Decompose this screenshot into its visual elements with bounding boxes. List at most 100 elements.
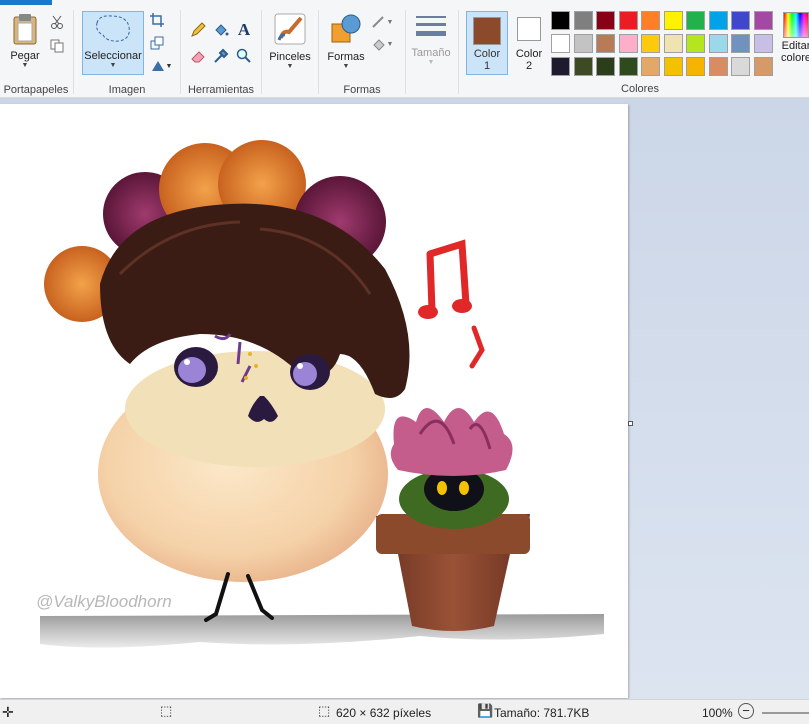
zoom-level: 100%: [702, 706, 733, 720]
line-width-icon: [416, 16, 446, 36]
palette-swatch[interactable]: [596, 57, 615, 76]
rotate-icon[interactable]: ▼: [148, 57, 174, 75]
magnifier-icon[interactable]: [235, 47, 253, 65]
palette-swatch[interactable]: [708, 11, 728, 30]
image-group-label: Imagen: [108, 84, 146, 96]
palette-swatch[interactable]: [573, 57, 593, 76]
color1-button[interactable]: Color 1: [466, 11, 508, 75]
edit-colors-label: Editar: [781, 40, 809, 52]
zoom-slider[interactable]: [762, 712, 809, 714]
shapes-button[interactable]: Formas ▼: [323, 12, 369, 71]
shapes-icon: [331, 14, 361, 43]
palette-swatch[interactable]: [551, 34, 570, 53]
select-button[interactable]: Seleccionar ▼: [82, 13, 144, 70]
color1-number: 1: [483, 60, 491, 72]
outline-icon[interactable]: ▼: [369, 13, 395, 31]
paste-dropdown-icon[interactable]: ▼: [6, 62, 44, 70]
palette-swatch[interactable]: [618, 57, 638, 76]
paste-label: Pegar: [10, 50, 40, 62]
file-size-icon: 💾: [477, 703, 494, 718]
palette-swatch[interactable]: [663, 11, 683, 30]
palette-swatch[interactable]: [618, 11, 638, 30]
color-palette: [551, 11, 773, 77]
shapes-label: Formas: [327, 51, 365, 63]
clipboard-icon: [13, 14, 37, 45]
palette-swatch[interactable]: [551, 57, 570, 76]
crop-icon[interactable]: [148, 11, 166, 29]
edit-colors-label-2: colore: [781, 52, 809, 64]
palette-swatch[interactable]: [641, 34, 660, 53]
ribbon: Pegar ▼ Portapapeles Seleccionar ▼ ▼ Ima…: [0, 0, 809, 98]
resize-icon[interactable]: [148, 34, 166, 52]
cursor-position-icon: ✛: [2, 704, 14, 720]
separator: [261, 10, 262, 94]
palette-swatch[interactable]: [708, 57, 728, 76]
status-bar: ✛ ⬚ ⬚ 620 × 632 píxeles 💾 Tamaño: 781.7K…: [0, 699, 809, 724]
palette-swatch[interactable]: [731, 11, 750, 30]
select-dropdown-icon[interactable]: ▼: [82, 62, 144, 70]
palette-swatch[interactable]: [596, 34, 615, 53]
file-size: Tamaño: 781.7KB: [494, 706, 590, 720]
brushes-label: Pinceles: [269, 51, 311, 63]
lasso-select-icon: [96, 15, 130, 42]
brushes-button[interactable]: Pinceles ▼: [266, 12, 314, 71]
clipboard-group: Pegar ▼ Portapapeles: [0, 5, 72, 98]
palette-swatch[interactable]: [686, 57, 705, 76]
edit-colors-button[interactable]: Editar colore: [776, 12, 809, 64]
tools-group: A Herramientas: [181, 5, 261, 98]
palette-swatch[interactable]: [753, 34, 773, 53]
palette-swatch[interactable]: [551, 11, 570, 30]
clipboard-group-label: Portapapeles: [3, 84, 69, 96]
palette-swatch[interactable]: [573, 34, 593, 53]
shapes-group-label: Formas: [343, 84, 381, 96]
shapes-group: Formas ▼ ▼ ▼ Formas: [319, 5, 405, 98]
color2-button[interactable]: Color 2: [510, 11, 548, 75]
separator: [458, 10, 459, 94]
colors-group-label: Colores: [621, 83, 659, 95]
palette-swatch[interactable]: [573, 11, 593, 30]
palette-swatch[interactable]: [686, 34, 705, 53]
canvas-dimensions: 620 × 632 píxeles: [336, 706, 432, 720]
text-icon[interactable]: A: [235, 20, 253, 39]
eraser-icon[interactable]: [189, 47, 207, 65]
copy-icon[interactable]: [48, 37, 66, 55]
drawing-canvas[interactable]: @ValkyBloodhorn: [0, 104, 628, 698]
palette-swatch[interactable]: [731, 57, 750, 76]
fill-icon[interactable]: ▼: [369, 35, 395, 53]
fill-bucket-icon[interactable]: [212, 21, 230, 39]
brush-icon: [274, 13, 306, 45]
size-dropdown-icon[interactable]: ▼: [407, 59, 455, 67]
palette-swatch[interactable]: [596, 11, 615, 30]
zoom-out-button[interactable]: −: [738, 703, 754, 719]
size-label: Tamaño: [411, 47, 451, 59]
palette-swatch[interactable]: [731, 34, 750, 53]
canvas-resize-handle[interactable]: [628, 421, 633, 426]
palette-swatch[interactable]: [641, 11, 660, 30]
pencil-icon[interactable]: [189, 21, 207, 39]
color1-swatch: [473, 17, 501, 45]
image-group: Seleccionar ▼ ▼ Imagen: [74, 5, 180, 98]
color2-label: Color: [515, 48, 543, 60]
rainbow-icon: [783, 12, 809, 38]
color2-swatch: [517, 17, 541, 41]
select-label: Seleccionar: [84, 50, 142, 62]
color-picker-icon[interactable]: [212, 47, 230, 65]
palette-swatch[interactable]: [708, 34, 728, 53]
palette-swatch[interactable]: [663, 57, 683, 76]
palette-swatch[interactable]: [618, 34, 638, 53]
artist-watermark: @ValkyBloodhorn: [36, 592, 172, 611]
size-button[interactable]: Tamaño ▼: [407, 12, 455, 67]
color2-number: 2: [525, 60, 533, 72]
shapes-dropdown-icon[interactable]: ▼: [323, 63, 369, 71]
tools-group-label: Herramientas: [187, 84, 255, 96]
cut-icon[interactable]: [48, 13, 66, 31]
palette-swatch[interactable]: [641, 57, 660, 76]
palette-swatch[interactable]: [686, 11, 705, 30]
palette-swatch[interactable]: [753, 11, 773, 30]
separator: [405, 10, 406, 94]
palette-swatch[interactable]: [663, 34, 683, 53]
selection-size-icon: ⬚: [160, 703, 173, 718]
brushes-dropdown-icon[interactable]: ▼: [266, 63, 314, 71]
paste-button[interactable]: Pegar ▼: [6, 13, 44, 70]
palette-swatch[interactable]: [753, 57, 773, 76]
